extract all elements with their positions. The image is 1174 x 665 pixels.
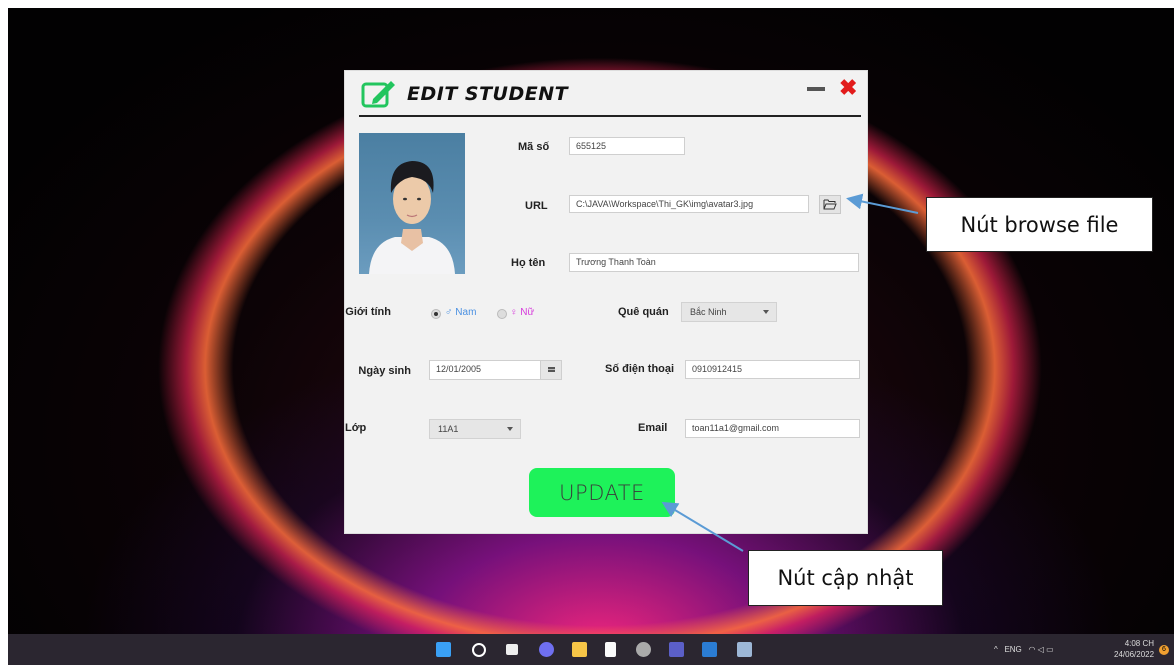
clock-date: 24/06/2022 bbox=[1114, 650, 1155, 659]
notification-badge[interactable]: 6 bbox=[1159, 645, 1169, 655]
search-icon[interactable] bbox=[472, 643, 486, 657]
volume-icon[interactable]: ◁ bbox=[1038, 645, 1044, 654]
arrow-to-update bbox=[661, 501, 744, 552]
word-icon[interactable] bbox=[702, 642, 717, 657]
callout-arrows bbox=[661, 193, 919, 552]
taskbar: ^ ENG ◠ ◁ ▭ 4:08 CH 24/06/2022 6 bbox=[8, 634, 1174, 665]
settings-icon[interactable] bbox=[636, 642, 651, 657]
chat-icon[interactable] bbox=[539, 642, 554, 657]
clock[interactable]: 4:08 CH 24/06/2022 bbox=[1114, 638, 1154, 660]
task-view-icon[interactable] bbox=[506, 644, 518, 655]
arrow-to-browse bbox=[846, 193, 919, 214]
wifi-icon[interactable]: ◠ bbox=[1028, 645, 1035, 654]
tray-area[interactable]: ^ ENG ◠ ◁ ▭ bbox=[994, 645, 1054, 654]
clock-time: 4:08 CH bbox=[1124, 639, 1155, 648]
windows-start-icon[interactable] bbox=[436, 642, 451, 657]
desktop-wallpaper: EDIT STUDENT ✖ Mã số 655125 URL C:\JAVA\… bbox=[8, 8, 1174, 634]
chevron-up-icon[interactable]: ^ bbox=[994, 645, 998, 654]
teams-icon[interactable] bbox=[669, 642, 684, 657]
java-app-icon[interactable] bbox=[737, 642, 752, 657]
battery-icon[interactable]: ▭ bbox=[1046, 645, 1054, 654]
notepad-icon[interactable] bbox=[605, 642, 616, 657]
file-explorer-icon[interactable] bbox=[572, 642, 587, 657]
language-indicator[interactable]: ENG bbox=[1004, 645, 1021, 654]
